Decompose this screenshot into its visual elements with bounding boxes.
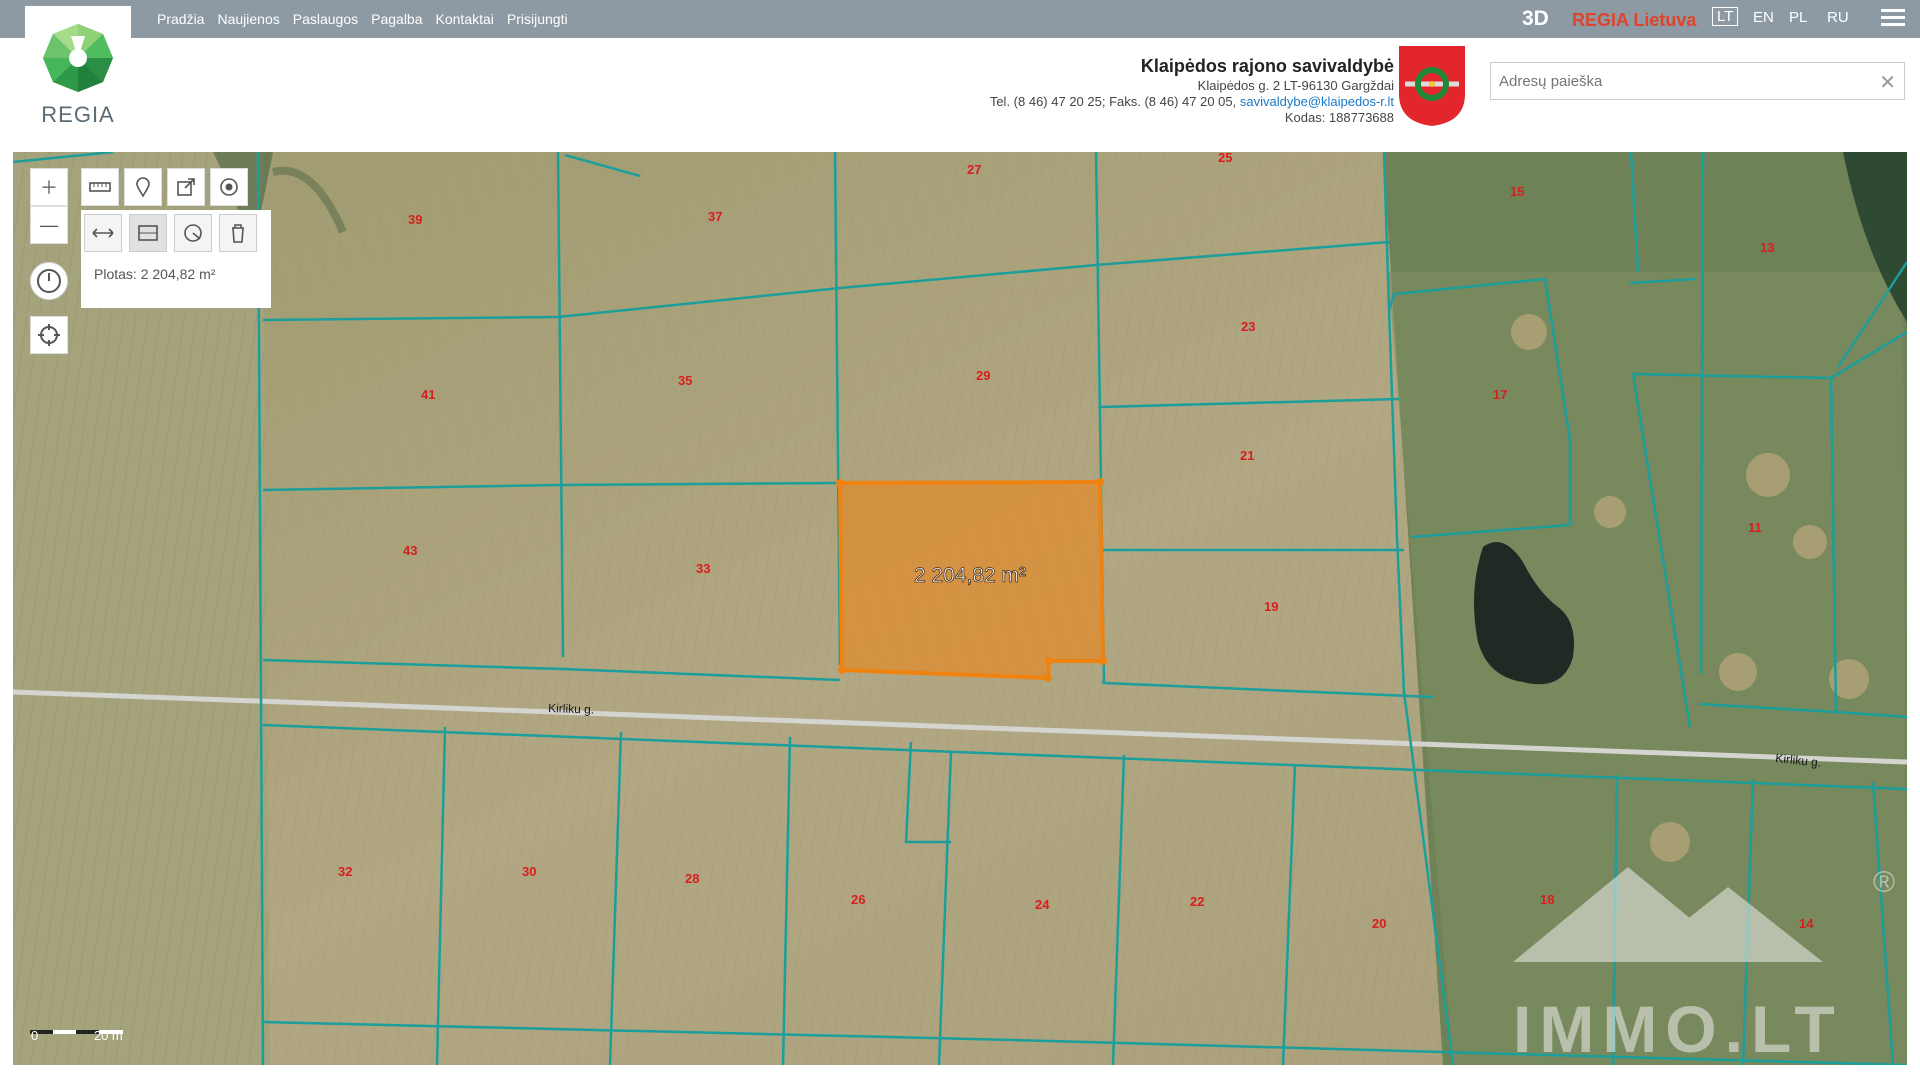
measured-area-text: Plotas: 2 204,82 m² bbox=[94, 266, 216, 282]
parcel-label-19: 19 bbox=[1264, 599, 1278, 614]
municipality-phones: Tel. (8 46) 47 20 25; Faks. (8 46) 47 20… bbox=[989, 94, 1237, 109]
coat-of-arms-icon bbox=[1399, 46, 1465, 126]
immo-watermark-text: IMMO.LT bbox=[1513, 992, 1843, 1065]
parcel-label-35: 35 bbox=[678, 373, 692, 388]
measure-area-icon[interactable] bbox=[129, 214, 167, 252]
lang-pl-button[interactable]: PL bbox=[1789, 9, 1807, 26]
parcel-label-25: 25 bbox=[1218, 152, 1232, 165]
parcel-label-26: 26 bbox=[851, 892, 865, 907]
parcel-label-37: 37 bbox=[708, 209, 722, 224]
zoom-out-button[interactable]: — bbox=[30, 206, 68, 244]
map-view[interactable]: 2 204,82 m² 39 37 27 25 15 13 41 35 29 2… bbox=[13, 152, 1907, 1065]
zoom-in-button[interactable]: ＋ bbox=[30, 168, 68, 206]
lang-ru-button[interactable]: RU bbox=[1827, 9, 1849, 26]
registered-mark: ® bbox=[1873, 866, 1895, 899]
scale-distance-label: 20 m bbox=[93, 1028, 123, 1043]
municipality-name: Klaipėdos rajono savivaldybė bbox=[1140, 56, 1394, 76]
parcel-label-15: 15 bbox=[1510, 184, 1524, 199]
measure-panel: Plotas: 2 204,82 m² bbox=[81, 210, 271, 308]
parcel-label-33: 33 bbox=[696, 561, 710, 576]
parcel-label-32: 32 bbox=[338, 864, 352, 879]
parcel-label-41: 41 bbox=[421, 387, 435, 402]
hamburger-menu-icon[interactable] bbox=[1881, 9, 1905, 29]
parcel-label-24: 24 bbox=[1035, 897, 1050, 912]
parcel-label-18: 18 bbox=[1540, 892, 1554, 907]
municipality-info: Klaipėdos rajono savivaldybė Klaipėdos g… bbox=[989, 56, 1394, 126]
parcel-label-27: 27 bbox=[967, 162, 981, 177]
parcel-label-30: 30 bbox=[522, 864, 536, 879]
parcel-label-23: 23 bbox=[1241, 319, 1255, 334]
parcel-label-20: 20 bbox=[1372, 916, 1386, 931]
municipality-address: Klaipėdos g. 2 LT-96130 Gargždai bbox=[1197, 78, 1394, 93]
regia-logo-text: REGIA bbox=[41, 102, 115, 127]
nav-item-pagalba[interactable]: Pagalba bbox=[371, 11, 422, 27]
parcel-label-28: 28 bbox=[685, 871, 699, 886]
parcel-label-11: 11 bbox=[1748, 520, 1762, 535]
municipality-code: Kodas: 188773688 bbox=[1284, 110, 1394, 125]
main-nav: Pradžia Naujienos Paslaugos Pagalba Kont… bbox=[157, 0, 568, 38]
parcel-label-21: 21 bbox=[1240, 448, 1254, 463]
nav-item-paslaugos[interactable]: Paslaugos bbox=[293, 11, 358, 27]
parcel-label-22: 22 bbox=[1190, 894, 1204, 909]
top-bar: Pradžia Naujienos Paslaugos Pagalba Kont… bbox=[0, 0, 1920, 38]
page-footer bbox=[0, 1065, 1920, 1080]
measure-distance-icon[interactable] bbox=[84, 214, 122, 252]
scale-labels: 0 20 m bbox=[31, 1028, 123, 1043]
nav-item-prisijungti[interactable]: Prisijungti bbox=[507, 11, 568, 27]
lang-en-button[interactable]: EN bbox=[1753, 9, 1774, 26]
locate-me-icon[interactable] bbox=[30, 316, 68, 354]
municipality-email-link[interactable]: savivaldybe@klaipedos-r.lt bbox=[1240, 94, 1394, 109]
target-icon[interactable] bbox=[210, 168, 248, 206]
share-icon[interactable] bbox=[167, 168, 205, 206]
measure-radius-icon[interactable] bbox=[174, 214, 212, 252]
trash-icon[interactable] bbox=[219, 214, 257, 252]
regia-logo-icon bbox=[43, 24, 113, 92]
scale-zero-label: 0 bbox=[31, 1028, 39, 1043]
map-pin-icon[interactable] bbox=[124, 168, 162, 206]
nav-item-kontaktai[interactable]: Kontaktai bbox=[436, 11, 494, 27]
parcel-label-17: 17 bbox=[1493, 387, 1507, 402]
address-search: ✕ bbox=[1490, 62, 1905, 100]
parcel-label-29: 29 bbox=[976, 368, 990, 383]
mode-3d-button[interactable]: 3D bbox=[1522, 7, 1549, 31]
history-clock-icon[interactable] bbox=[30, 262, 68, 300]
nav-item-pradzia[interactable]: Pradžia bbox=[157, 11, 204, 27]
clear-search-icon[interactable]: ✕ bbox=[1879, 70, 1896, 95]
regia-lietuva-link[interactable]: REGIA Lietuva bbox=[1572, 10, 1696, 31]
nav-item-naujienos[interactable]: Naujienos bbox=[217, 11, 279, 27]
map-canvas[interactable]: 2 204,82 m² 39 37 27 25 15 13 41 35 29 2… bbox=[13, 152, 1907, 1065]
regia-logo[interactable]: REGIA bbox=[25, 6, 131, 130]
parcel-label-43: 43 bbox=[403, 543, 417, 558]
lang-lt-button[interactable]: LT bbox=[1712, 7, 1739, 26]
street-label-kirliku-left: Kirliku g. bbox=[548, 701, 594, 717]
address-search-input[interactable] bbox=[1491, 63, 1871, 99]
parcel-label-39: 39 bbox=[408, 212, 422, 227]
measure-ruler-icon[interactable] bbox=[81, 168, 119, 206]
parcel-label-14: 14 bbox=[1799, 916, 1814, 931]
measured-area-label: 2 204,82 m² bbox=[914, 564, 1026, 587]
parcel-label-13: 13 bbox=[1760, 240, 1774, 255]
